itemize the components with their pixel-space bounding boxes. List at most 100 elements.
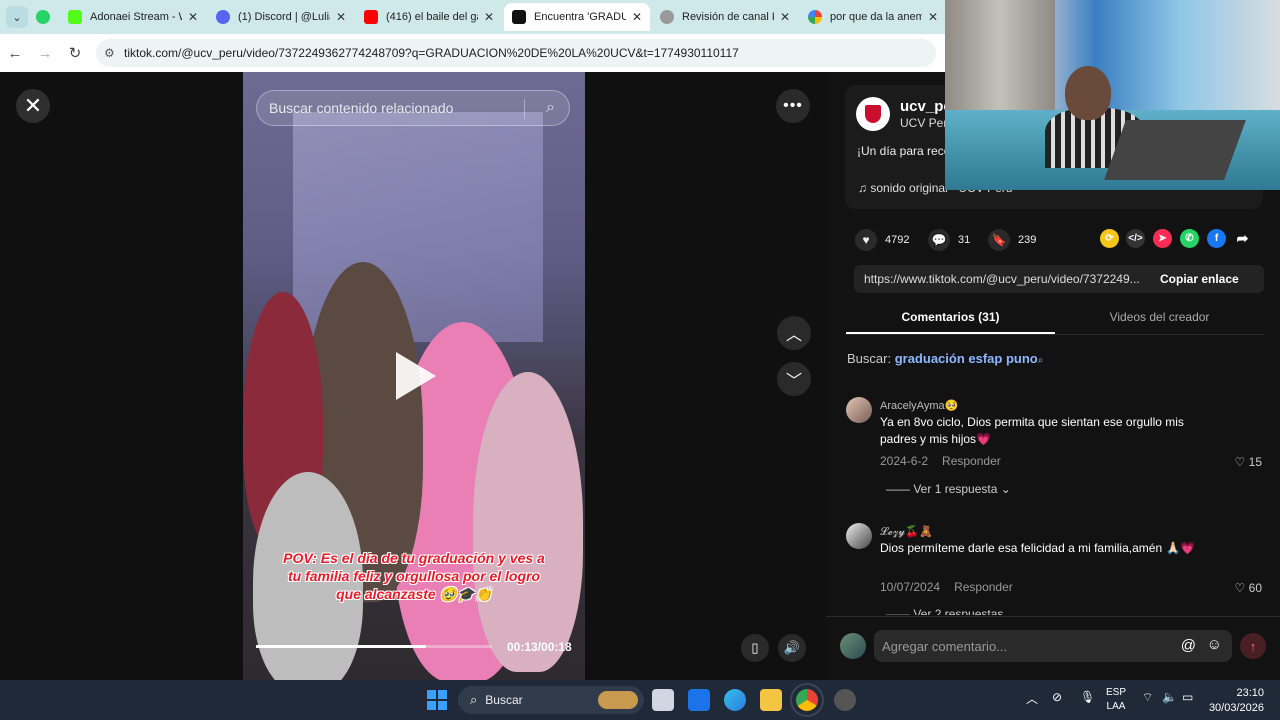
webcam-laptop [1104, 120, 1246, 180]
tab-2[interactable]: (416) el baile del ga ✕ [356, 3, 502, 31]
discord-icon [216, 10, 230, 24]
search-icon: ⌕ [1037, 355, 1044, 366]
close-tab-icon[interactable]: ✕ [928, 10, 938, 24]
mention-icon[interactable]: @ [1181, 637, 1196, 654]
tab-3[interactable]: Encuentra 'GRADUA ✕ [504, 3, 650, 31]
kick-icon [68, 10, 82, 24]
webcam-wardrobe [945, 0, 1055, 120]
comment-input[interactable]: Agregar comentario... @ ☺ [874, 630, 1232, 662]
share-more-icon[interactable]: ➦ [1233, 229, 1252, 248]
back-icon[interactable]: ← [0, 45, 30, 62]
close-video-button[interactable]: ✕ [16, 89, 50, 123]
reply-button[interactable]: Responder [954, 580, 1013, 594]
tab-5[interactable]: por que da la anem ✕ [800, 3, 946, 31]
speaker-icon[interactable]: 🔈 [1162, 690, 1177, 704]
windows-start-icon[interactable] [427, 690, 447, 710]
comment-date: 2024-6-2 [880, 454, 929, 468]
comment-like-count: 60 [1248, 581, 1262, 595]
comment-item: 𝓛𝓮𝔃𝔂🍒🧸 Dios permíteme darle esa felicida… [846, 523, 1266, 615]
comment-input-placeholder: Agregar comentario... [882, 638, 1008, 654]
like-button[interactable]: ♥ 4792 [855, 229, 909, 251]
repost-icon[interactable]: ⟳ [1100, 229, 1119, 248]
comment-like-button[interactable]: ♡ 15 [1235, 455, 1262, 469]
facebook-share-icon[interactable]: f [1207, 229, 1226, 248]
heart-icon: ♥ [855, 229, 877, 251]
tab-0[interactable]: Adonaei Stream - W ✕ [60, 3, 206, 31]
chevron-down-icon: ⌄ [1000, 482, 1011, 496]
volume-icon[interactable]: 🔊 [778, 634, 806, 662]
search-suggestion-query[interactable]: graduación esfap puno [895, 351, 1038, 366]
comment-button[interactable]: 💬 31 [928, 229, 970, 251]
close-tab-icon[interactable]: ✕ [484, 10, 494, 24]
whatsapp-icon [36, 10, 50, 24]
panel-tabs: Comentarios (31) Videos del creador [846, 304, 1264, 334]
google-icon [808, 10, 822, 24]
commenter-name[interactable]: 𝓛𝓮𝔃𝔂🍒🧸 [880, 525, 933, 539]
tab-comments[interactable]: Comentarios (31) [846, 304, 1055, 334]
author-username[interactable]: ucv_pe [900, 98, 952, 115]
wifi-icon[interactable]: ⌔ [1142, 690, 1153, 705]
video-progress-bar[interactable] [256, 645, 492, 648]
clock[interactable]: 23:10 30/03/2026 [1208, 686, 1264, 716]
task-view-icon[interactable] [652, 689, 674, 711]
embed-icon[interactable]: </> [1126, 229, 1145, 248]
my-avatar [840, 633, 866, 659]
url-field[interactable]: ⚙ tiktok.com/@ucv_peru/video/73722493627… [96, 39, 936, 67]
more-options-button[interactable]: ••• [776, 89, 810, 123]
show-hidden-icons[interactable]: ︿ [1026, 690, 1038, 707]
language-indicator[interactable]: ESP LAA [1106, 686, 1126, 714]
tab-creator-videos[interactable]: Videos del creador [1055, 304, 1264, 334]
microphone-icon[interactable]: 🎙 [1080, 690, 1095, 704]
commenter-avatar[interactable] [846, 397, 872, 423]
tab-title: Revisión de canal K [682, 11, 774, 23]
send-to-friends-icon[interactable]: ➤ [1153, 229, 1172, 248]
ucv-logo-icon [865, 105, 881, 123]
play-icon[interactable] [396, 352, 436, 400]
tab-title: Encuentra 'GRADUA [534, 11, 626, 23]
taskbar-search[interactable]: ⌕ Buscar [458, 686, 644, 714]
tab-1[interactable]: (1) Discord | @Lulia ✕ [208, 3, 354, 31]
tab-whatsapp[interactable] [30, 3, 58, 31]
chrome-icon[interactable] [790, 683, 824, 717]
heart-outline-icon: ♡ [1234, 455, 1246, 469]
copy-link-button[interactable]: Copiar enlace [1160, 272, 1239, 286]
tab-search-menu-button[interactable]: ⌄ [6, 6, 28, 28]
comment-count: 31 [958, 234, 971, 246]
post-comment-button[interactable]: ↑ [1240, 633, 1266, 659]
close-tab-icon[interactable]: ✕ [632, 10, 642, 24]
comment-like-button[interactable]: ♡ 60 [1235, 581, 1262, 595]
commenter-name[interactable]: AracelyAyma🥺 [880, 399, 958, 412]
reply-button[interactable]: Responder [942, 454, 1001, 468]
app-icon[interactable] [834, 689, 856, 711]
video-caption: POV: Es el día de tu graduación y ves a … [283, 550, 545, 602]
language-code: ESP [1106, 687, 1127, 698]
comment-icon: 💬 [928, 229, 950, 251]
file-app-icon[interactable] [688, 689, 710, 711]
reload-icon[interactable]: ↻ [60, 44, 90, 62]
next-video-button[interactable]: ﹀ [777, 362, 811, 396]
whatsapp-share-icon[interactable]: ✆ [1180, 229, 1199, 248]
close-tab-icon[interactable]: ✕ [188, 10, 198, 24]
view-replies-button[interactable]: —— Ver 2 respuestas ⌄ [886, 607, 1017, 615]
author-avatar[interactable] [856, 97, 890, 131]
floating-player-button[interactable]: ▯ [741, 634, 769, 662]
forward-icon[interactable]: → [30, 45, 60, 62]
author-nickname: UCV Per [900, 116, 948, 130]
close-tab-icon[interactable]: ✕ [780, 10, 790, 24]
related-search-input[interactable]: Buscar contenido relacionado ⌕ [256, 90, 570, 126]
previous-video-button[interactable]: ︿ [777, 316, 811, 350]
comment-text: Ya en 8vo ciclo, Dios permita que sienta… [880, 415, 1184, 446]
tab-4[interactable]: Revisión de canal K ✕ [652, 3, 798, 31]
search-icon[interactable]: ⌕ [546, 99, 555, 117]
save-button[interactable]: 🔖 239 [988, 229, 1036, 251]
emoji-icon[interactable]: ☺ [1207, 636, 1222, 653]
camera-off-icon[interactable]: ⊘ [1052, 690, 1062, 704]
site-info-icon[interactable]: ⚙ [104, 46, 124, 60]
battery-icon[interactable]: ▭ [1182, 690, 1193, 704]
edge-icon[interactable] [724, 689, 746, 711]
search-suggestion[interactable]: Buscar: graduación esfap puno⌕ [847, 351, 1043, 366]
view-replies-button[interactable]: —— Ver 1 respuesta ⌄ [886, 482, 1011, 496]
commenter-avatar[interactable] [846, 523, 872, 549]
file-explorer-icon[interactable] [760, 689, 782, 711]
close-tab-icon[interactable]: ✕ [336, 10, 346, 24]
